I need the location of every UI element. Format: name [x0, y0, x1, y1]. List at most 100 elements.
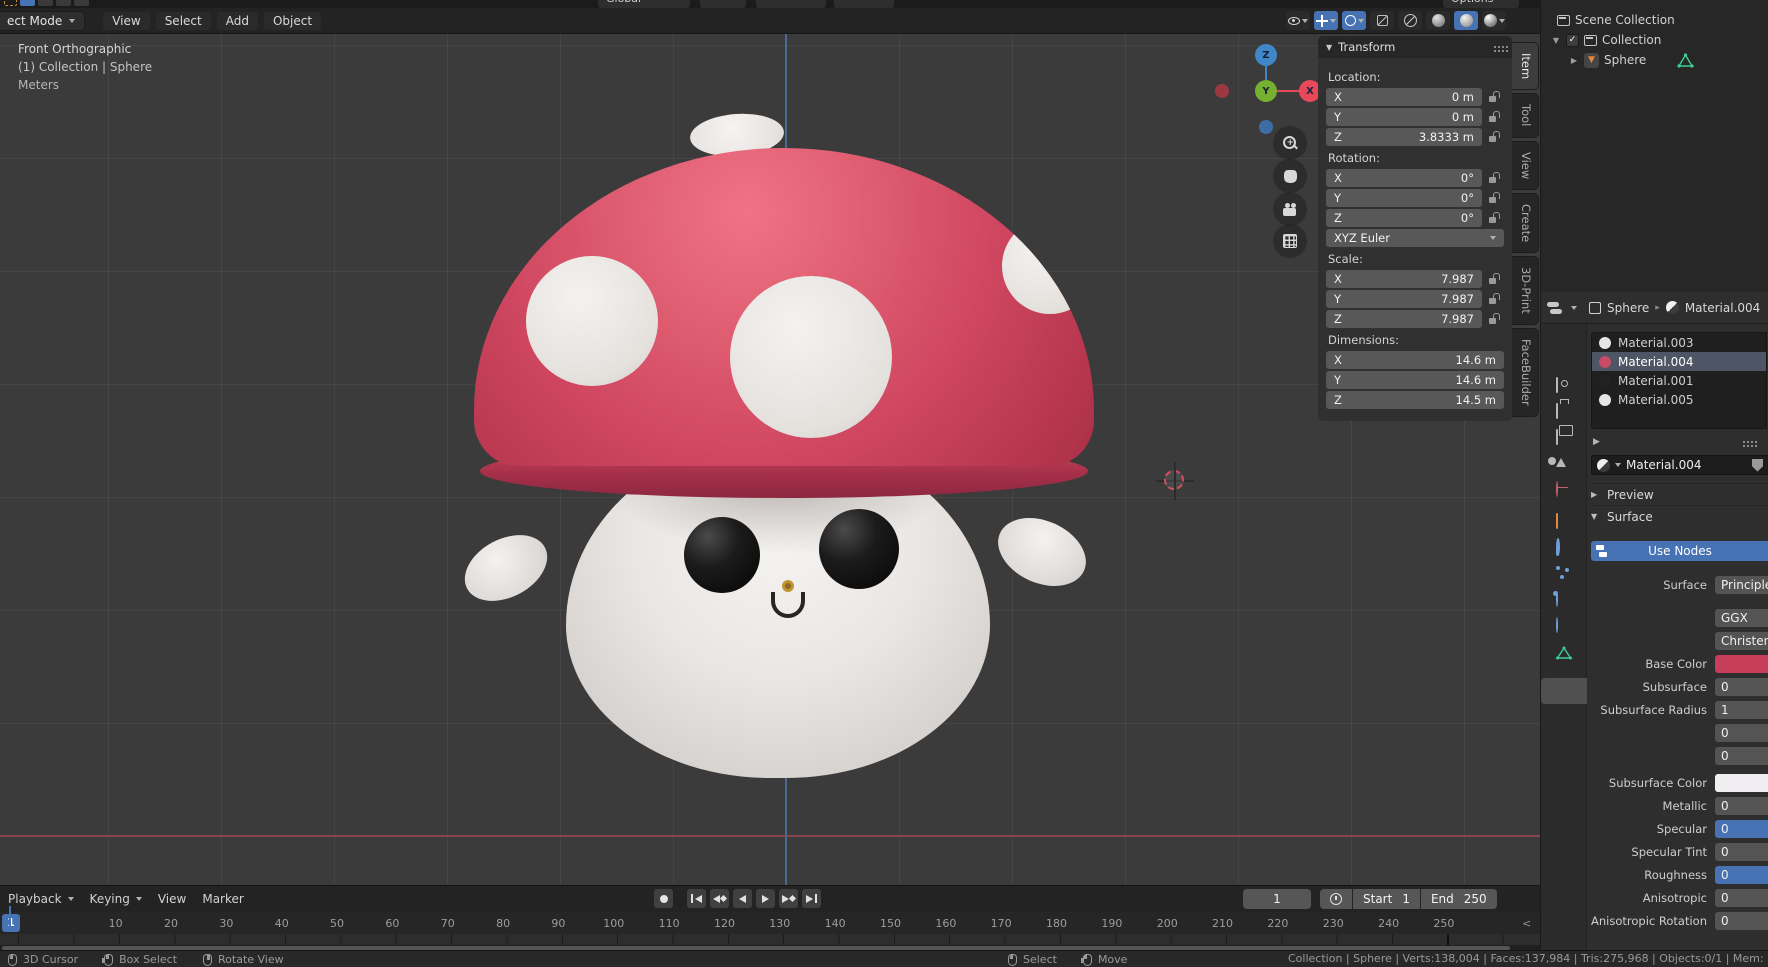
sidebar-tab[interactable]: Item — [1512, 42, 1539, 90]
material-slot[interactable]: Material.001 — [1592, 371, 1766, 390]
record-button[interactable] — [654, 889, 673, 908]
tab-physics[interactable] — [1556, 592, 1573, 609]
tab-particles[interactable] — [1556, 566, 1573, 583]
transform-panel-header[interactable]: ▼ Transform — [1318, 36, 1512, 58]
perspective-toggle-button[interactable] — [1273, 224, 1307, 258]
playhead-line[interactable] — [9, 906, 11, 930]
expand-arrow-icon[interactable]: ▼ — [1551, 36, 1561, 45]
number-field[interactable]: X0° — [1326, 169, 1482, 187]
property-value-field[interactable]: Principle — [1715, 576, 1768, 594]
property-value-field[interactable]: 0 — [1715, 866, 1768, 884]
property-value-field[interactable]: 0 — [1715, 820, 1768, 838]
unlock-icon[interactable] — [1488, 192, 1500, 204]
show-gizmo-button[interactable] — [1314, 11, 1338, 30]
property-value-field[interactable] — [1715, 655, 1768, 673]
material-slot[interactable]: Material.004 — [1592, 352, 1766, 371]
menu-item[interactable]: View — [158, 892, 186, 906]
menu-item[interactable]: Select — [156, 12, 211, 30]
gizmo-neg-z-axis[interactable] — [1259, 120, 1273, 134]
number-field[interactable]: Z0° — [1326, 209, 1482, 227]
number-field[interactable]: Z3.8333 m — [1326, 128, 1482, 146]
tab-view-layer[interactable] — [1556, 430, 1573, 447]
sidebar-tab[interactable]: View — [1512, 141, 1539, 190]
property-value-field[interactable]: 0 — [1715, 747, 1768, 765]
drag-grip-icon[interactable] — [1743, 441, 1745, 443]
tab-texture[interactable] — [1556, 716, 1573, 733]
tab-world[interactable] — [1556, 482, 1573, 499]
surface-section-header[interactable]: ▼ Surface — [1591, 505, 1768, 527]
number-field[interactable]: X14.6 m — [1326, 351, 1504, 369]
number-field[interactable]: Y0° — [1326, 189, 1482, 207]
property-value-field[interactable]: 0 — [1715, 724, 1768, 742]
sidebar-tab[interactable]: 3D-Print — [1512, 256, 1539, 325]
mode-dropdown[interactable]: ect Mode — [0, 11, 85, 31]
unlock-icon[interactable] — [1488, 313, 1500, 325]
current-frame-field[interactable]: 1 — [1243, 889, 1311, 909]
material-slot[interactable]: Material.005 — [1592, 390, 1766, 409]
pan-button[interactable] — [1273, 159, 1307, 193]
menu-item[interactable]: Keying — [90, 892, 142, 906]
number-field[interactable]: Y7.987 — [1326, 290, 1482, 308]
expand-icon[interactable]: ▶ — [1593, 437, 1600, 447]
circle-select-icon[interactable] — [38, 0, 53, 6]
tab-material[interactable] — [1556, 683, 1573, 700]
property-value-field[interactable]: 1 — [1715, 701, 1768, 719]
collection-checkbox[interactable]: ✓ — [1566, 34, 1579, 47]
next-keyframe-button[interactable] — [779, 889, 798, 908]
3d-cursor[interactable] — [1163, 469, 1187, 493]
sidebar-tab[interactable]: Create — [1512, 193, 1539, 253]
menu-item[interactable]: View — [103, 12, 149, 30]
tab-object-data[interactable] — [1556, 646, 1573, 663]
tab-scene[interactable] — [1556, 454, 1573, 471]
current-frame-indicator[interactable]: 1 — [2, 914, 20, 932]
property-value-field[interactable]: 0 — [1715, 889, 1768, 907]
tab-tool[interactable] — [1556, 346, 1573, 363]
shading-material-button[interactable] — [1454, 11, 1478, 30]
object-visibility-button[interactable] — [1286, 11, 1310, 30]
property-value-field[interactable]: 0 — [1715, 912, 1768, 930]
unlock-icon[interactable] — [1488, 111, 1500, 123]
box-select-icon[interactable] — [20, 0, 35, 6]
unlock-icon[interactable] — [1488, 293, 1500, 305]
jump-to-start-button[interactable] — [687, 889, 706, 908]
unlock-icon[interactable] — [1488, 131, 1500, 143]
show-overlays-button[interactable] — [1342, 11, 1366, 30]
pivot-point-dropdown[interactable] — [700, 0, 746, 8]
unlock-icon[interactable] — [1488, 91, 1500, 103]
select-mode-icons[interactable] — [4, 0, 89, 6]
outliner-object-row[interactable]: ▶ ▼ Sphere — [1541, 50, 1768, 70]
mushroom-model[interactable] — [0, 34, 1540, 885]
outliner-collection-row[interactable]: ▼ ✓ Collection — [1541, 30, 1768, 50]
drag-grip-icon[interactable] — [1494, 46, 1496, 48]
number-field[interactable]: Z14.5 m — [1326, 391, 1504, 409]
property-value-field[interactable] — [1715, 774, 1768, 792]
material-slot[interactable]: Material.003 — [1592, 333, 1766, 352]
options-dropdown[interactable]: Options — [1443, 0, 1519, 8]
use-nodes-button[interactable]: Use Nodes — [1591, 541, 1768, 561]
zoom-button[interactable]: + — [1273, 126, 1307, 160]
shading-wireframe-button[interactable] — [1398, 11, 1422, 30]
rotation-mode-dropdown[interactable]: XYZ Euler — [1326, 229, 1504, 247]
timeline-ruler[interactable]: 1 10203040506070809010011012013014015016… — [0, 912, 1540, 934]
number-field[interactable]: Z7.987 — [1326, 310, 1482, 328]
menu-item[interactable]: Playback — [8, 892, 74, 906]
tab-output[interactable] — [1556, 404, 1573, 421]
number-field[interactable]: Y0 m — [1326, 108, 1482, 126]
property-value-field[interactable]: 0 — [1715, 843, 1768, 861]
outliner-scene-collection-row[interactable]: Scene Collection — [1541, 10, 1768, 30]
prev-keyframe-button[interactable] — [710, 889, 729, 908]
play-button[interactable] — [756, 889, 775, 908]
auto-keying-toggle[interactable] — [1320, 889, 1352, 909]
snapping-toggle[interactable] — [756, 0, 826, 8]
unlock-icon[interactable] — [1488, 172, 1500, 184]
tab-modifiers[interactable] — [1556, 540, 1573, 557]
gizmo-y-axis[interactable]: Y — [1255, 80, 1277, 102]
lasso-select-icon[interactable] — [56, 0, 71, 6]
menu-item[interactable]: Marker — [202, 892, 243, 906]
property-value-field[interactable]: 0 — [1715, 797, 1768, 815]
tab-object[interactable] — [1556, 514, 1573, 531]
unlock-icon[interactable] — [1488, 273, 1500, 285]
transform-orientation-dropdown[interactable]: Global — [598, 0, 690, 8]
play-reverse-button[interactable] — [733, 889, 752, 908]
breadcrumb-material[interactable]: Material.004 — [1685, 301, 1760, 315]
